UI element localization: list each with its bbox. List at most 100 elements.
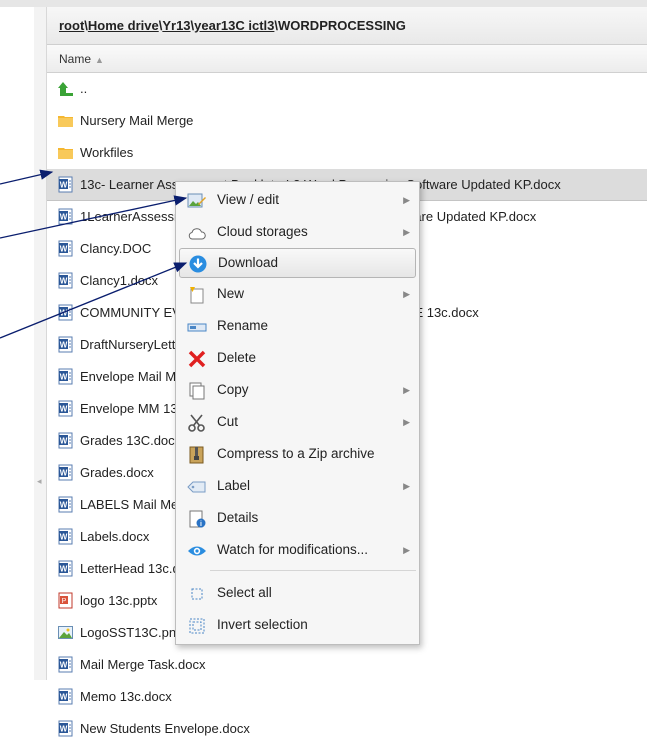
folder-row[interactable]: Workfiles	[47, 137, 647, 169]
eye-icon	[187, 541, 207, 559]
svg-text:W: W	[60, 661, 68, 670]
menu-item-label: Copy	[217, 382, 249, 397]
select-all-icon	[187, 584, 207, 602]
svg-text:W: W	[60, 245, 68, 254]
word-document-icon: W	[57, 365, 74, 385]
file-name: Clancy.DOC	[80, 241, 152, 256]
word-document-icon: W	[57, 653, 74, 673]
word-document-icon: W	[57, 429, 74, 449]
label-icon	[187, 477, 207, 495]
svg-text:W: W	[60, 341, 68, 350]
file-name: LogoSST13C.png	[80, 625, 184, 640]
folder-row[interactable]: Nursery Mail Merge	[47, 105, 647, 137]
menu-item-select-all[interactable]: Select all	[179, 578, 416, 608]
parent-folder-icon	[57, 77, 74, 96]
menu-item-details[interactable]: i Details	[179, 503, 416, 533]
file-name: Clancy1.docx	[80, 273, 159, 288]
svg-text:W: W	[60, 373, 68, 382]
word-document-icon: W	[57, 173, 74, 193]
breadcrumb-year13c[interactable]: year13C ictl3	[194, 18, 274, 33]
menu-item-watch-for-modifications[interactable]: Watch for modifications... ▶	[179, 535, 416, 565]
folder-row[interactable]: ..	[47, 73, 647, 105]
word-document-icon: W	[57, 269, 74, 289]
details-icon: i	[187, 509, 207, 528]
file-name: Workfiles	[80, 145, 134, 160]
svg-text:W: W	[60, 565, 68, 574]
menu-item-cut[interactable]: Cut ▶	[179, 407, 416, 437]
view-edit-icon	[187, 191, 207, 209]
menu-separator	[210, 570, 416, 571]
file-name: Nursery Mail Merge	[80, 113, 194, 128]
svg-text:W: W	[60, 213, 68, 222]
svg-text:W: W	[60, 309, 68, 318]
menu-item-label: Cloud storages	[217, 224, 308, 239]
folder-icon	[57, 109, 74, 127]
svg-text:W: W	[60, 693, 68, 702]
word-document-icon: W	[57, 461, 74, 481]
menu-item-label[interactable]: Label ▶	[179, 471, 416, 501]
file-name: Grades 13C.docx	[80, 433, 182, 448]
folder-icon	[57, 141, 74, 159]
file-name: New Students Envelope.docx	[80, 721, 250, 736]
collapse-pane-icon[interactable]: ◂	[37, 476, 42, 487]
new-icon	[187, 285, 207, 304]
file-row[interactable]: W Mail Merge Task.docx	[47, 649, 647, 681]
word-document-icon: W	[57, 557, 74, 577]
left-pane-splitter[interactable]	[34, 7, 47, 680]
word-document-icon: W	[57, 685, 74, 705]
download-icon	[188, 255, 208, 273]
menu-item-invert-selection[interactable]: Invert selection	[179, 610, 416, 640]
word-document-icon: W	[57, 333, 74, 353]
svg-text:W: W	[60, 725, 68, 734]
file-row[interactable]: W New Students Envelope.docx	[47, 713, 647, 745]
copy-icon	[187, 381, 207, 400]
menu-item-rename[interactable]: Rename	[179, 311, 416, 341]
menu-item-compress-to-a-zip-archive[interactable]: Compress to a Zip archive	[179, 439, 416, 469]
menu-item-download[interactable]: Download	[179, 248, 416, 278]
menu-item-delete[interactable]: Delete	[179, 343, 416, 373]
menu-item-label: Select all	[217, 585, 272, 600]
file-name: Labels.docx	[80, 529, 150, 544]
delete-icon	[187, 349, 207, 368]
name-column-header[interactable]: Name ▲	[47, 45, 647, 73]
menu-item-label: Label	[217, 478, 251, 493]
svg-text:W: W	[60, 469, 68, 478]
menu-item-label: Details	[217, 510, 259, 525]
word-document-icon: W	[57, 237, 74, 257]
rename-icon	[187, 317, 207, 335]
word-document-icon: W	[57, 717, 74, 737]
menu-item-label: View / edit	[217, 192, 280, 207]
breadcrumb-yr13[interactable]: Yr13	[162, 18, 190, 33]
menu-item-new[interactable]: New ▶	[179, 279, 416, 309]
word-document-icon: W	[57, 301, 74, 321]
svg-text:W: W	[60, 277, 68, 286]
breadcrumb: root\Home drive\Yr13\year13C ictl3\WORDP…	[47, 7, 647, 45]
svg-text:W: W	[60, 437, 68, 446]
menu-item-label: Watch for modifications...	[217, 542, 369, 557]
svg-text:W: W	[60, 501, 68, 510]
svg-text:P: P	[62, 598, 67, 605]
file-name: logo 13c.pptx	[80, 593, 158, 608]
svg-text:W: W	[60, 405, 68, 414]
svg-text:W: W	[60, 533, 68, 542]
menu-item-label: Compress to a Zip archive	[217, 446, 375, 461]
file-name: Mail Merge Task.docx	[80, 657, 206, 672]
submenu-arrow-icon: ▶	[403, 545, 410, 555]
context-menu: View / edit ▶ Cloud storages ▶ Download New ▶ R…	[175, 181, 420, 645]
svg-text:W: W	[60, 181, 68, 190]
submenu-arrow-icon: ▶	[403, 227, 410, 237]
submenu-arrow-icon: ▶	[403, 195, 410, 205]
breadcrumb-current-folder: WORDPROCESSING	[278, 18, 406, 33]
breadcrumb-root[interactable]: root	[59, 18, 84, 33]
menu-item-label: Rename	[217, 318, 269, 333]
menu-item-cloud-storages[interactable]: Cloud storages ▶	[179, 217, 416, 247]
word-document-icon: W	[57, 397, 74, 417]
name-column-label: Name	[59, 52, 92, 66]
menu-item-view-edit[interactable]: View / edit ▶	[179, 185, 416, 215]
file-name: Grades.docx	[80, 465, 154, 480]
menu-item-copy[interactable]: Copy ▶	[179, 375, 416, 405]
menu-item-label: Cut	[217, 414, 239, 429]
submenu-arrow-icon: ▶	[403, 481, 410, 491]
file-row[interactable]: W Memo 13c.docx	[47, 681, 647, 713]
breadcrumb-home-drive[interactable]: Home drive	[88, 18, 159, 33]
